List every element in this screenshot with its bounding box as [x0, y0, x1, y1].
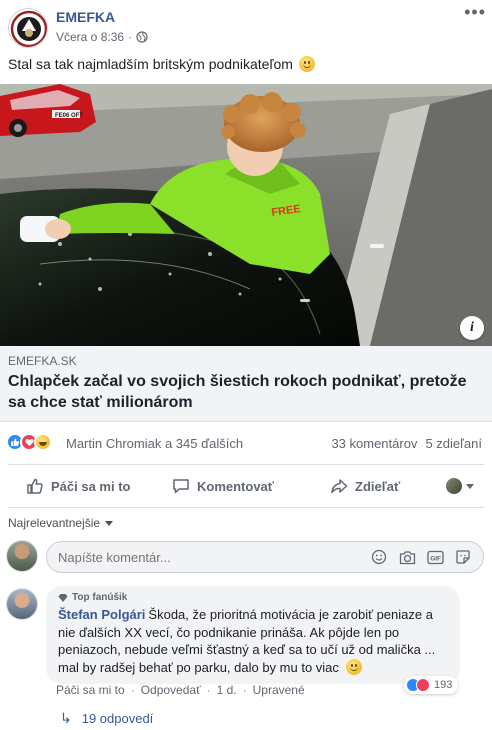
slightly-smiling-face-icon [298, 56, 315, 72]
comment-reaction-count: 193 [434, 679, 453, 691]
post-header: EMEFKA Včera o 8:36 · ••• [0, 0, 492, 52]
share-button[interactable]: Zdieľať [330, 465, 400, 507]
comment-reply-link[interactable]: Odpovedať [141, 683, 201, 697]
share-icon [331, 479, 348, 494]
comment-dot: · [130, 683, 135, 697]
link-preview-box[interactable]: EMEFKA.SK Chlapček začal vo svojich šies… [0, 346, 492, 422]
post-as-selector[interactable] [446, 465, 474, 507]
info-icon[interactable]: i [460, 316, 484, 340]
engagement-counts: 33 komentárov 5 zdieľaní [331, 436, 482, 451]
link-domain: EMEFKA.SK [8, 354, 77, 368]
comment-love-icon [416, 678, 430, 692]
current-user-avatar[interactable] [6, 540, 38, 572]
comment-dot: · [206, 683, 211, 697]
gif-icon[interactable]: GIF [426, 549, 444, 565]
meta-separator: · [128, 30, 133, 44]
replies-label: 19 odpovedí [81, 711, 154, 726]
comment-composer: GIF [6, 540, 486, 574]
comment-smiley-icon [345, 658, 362, 675]
comment-edited[interactable]: Upravené [253, 683, 305, 697]
shares-count[interactable]: 5 zdieľaní [425, 436, 482, 451]
comment-dot: · [242, 683, 247, 697]
svg-text:GIF: GIF [430, 555, 441, 562]
globe-icon[interactable] [136, 31, 148, 43]
comment-icon [173, 479, 189, 494]
comment-sort-label: Najrelevantnejšie [8, 516, 101, 530]
page-logo-icon [10, 10, 47, 47]
thumbs-up-icon [27, 478, 43, 494]
link-title[interactable]: Chlapček začal vo svojich šiestich rokoc… [8, 371, 478, 413]
emoji-icon[interactable] [370, 549, 388, 565]
composer-tools: GIF [370, 549, 472, 565]
page-avatar[interactable] [8, 8, 48, 48]
comment-bubble: Top fanúšik Štefan Polgári Škoda, že prio… [46, 586, 460, 684]
boy-washing-car-photo: FE06 OFT FREE [0, 84, 492, 346]
chevron-down-icon [466, 483, 474, 489]
comment-age[interactable]: 1 d. [217, 683, 237, 697]
comment-author-avatar[interactable] [6, 588, 38, 620]
comment-actions: Páči sa mi to · Odpovedať · 1 d. · Uprav… [56, 683, 305, 697]
sort-chevron-down-icon [105, 520, 114, 526]
post-text: Stal sa tak najmladším britským podnikat… [8, 56, 315, 72]
comment-like-link[interactable]: Páči sa mi to [56, 683, 125, 697]
top-fan-badge: Top fanúšik [58, 592, 450, 603]
comments-count[interactable]: 33 komentárov [331, 436, 417, 451]
like-button-label: Páči sa mi to [51, 478, 131, 494]
reactors-text[interactable]: Martin Chromiak a 345 ďalších [66, 436, 243, 451]
comment-button-label: Komentovať [197, 478, 275, 494]
comment-text: Štefan Polgári Škoda, že prioritná motivá… [58, 606, 450, 676]
post-timestamp[interactable]: Včera o 8:36 [56, 30, 124, 44]
view-replies-link[interactable]: ↳ 19 odpovedí [60, 710, 153, 727]
top-fan-label: Top fanúšik [72, 592, 128, 603]
haha-icon[interactable] [34, 433, 52, 451]
comment-author[interactable]: Štefan Polgári [58, 607, 145, 622]
comment-sort-dropdown[interactable]: Najrelevantnejšie [8, 516, 114, 530]
reply-arrow-icon: ↳ [60, 710, 72, 726]
diamond-icon [58, 593, 68, 602]
sticker-icon[interactable] [454, 549, 472, 565]
post-meta: Včera o 8:36 · [56, 30, 148, 44]
viewer-avatar [446, 478, 462, 494]
comment-button[interactable]: Komentovať [172, 465, 274, 507]
link-preview-image[interactable]: FE06 OFT FREE i [0, 84, 492, 346]
post-action-bar: Páči sa mi to Komentovať Zdieľať [8, 464, 484, 508]
reactions-summary: Martin Chromiak a 345 ďalších 33 komentá… [0, 430, 492, 456]
camera-icon[interactable] [398, 549, 416, 565]
post-text-content: Stal sa tak najmladším britským podnikat… [8, 56, 293, 72]
page-name[interactable]: EMEFKA [56, 9, 115, 25]
comment-reactions[interactable]: 193 [404, 676, 459, 694]
share-button-label: Zdieľať [355, 478, 401, 494]
like-button[interactable]: Páči sa mi to [26, 465, 130, 507]
plate-text: FE06 OFT [55, 113, 83, 119]
more-options-icon[interactable]: ••• [464, 3, 486, 21]
